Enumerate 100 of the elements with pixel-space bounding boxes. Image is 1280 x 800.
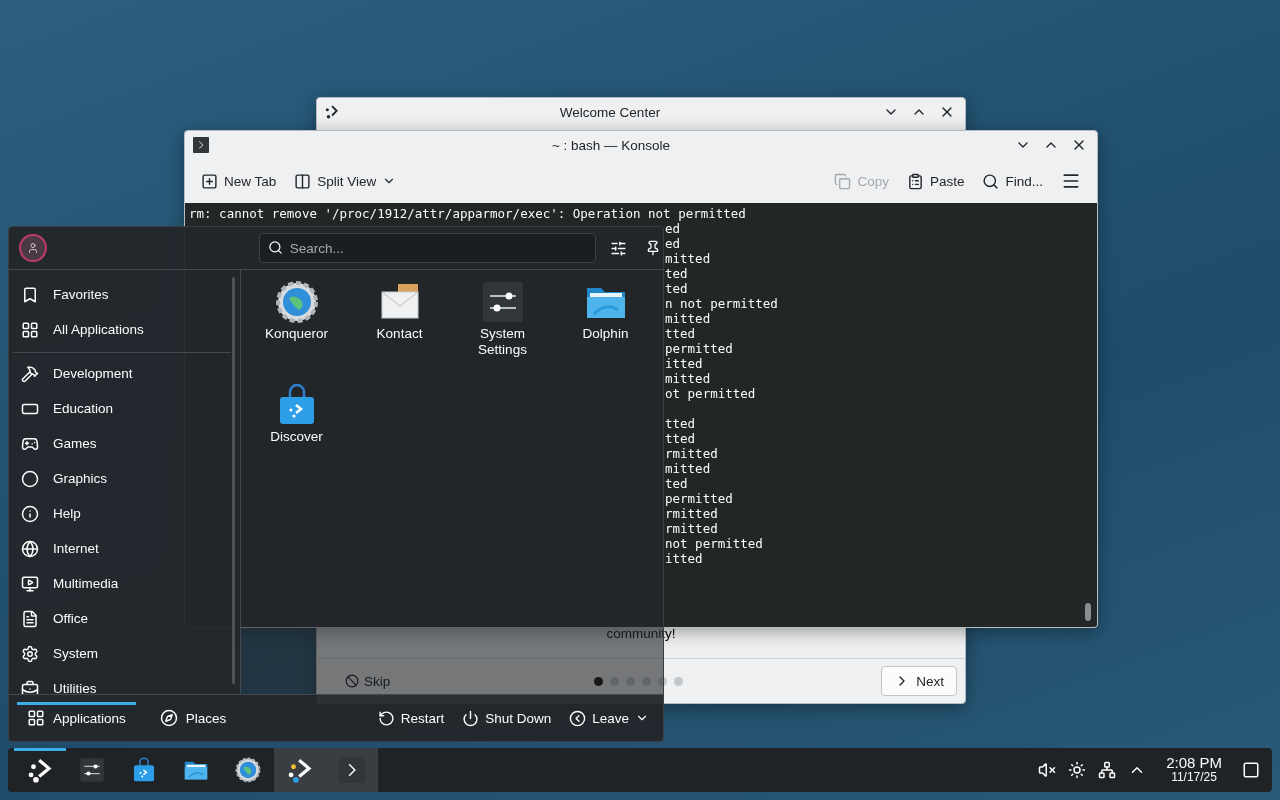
terminal-line: rm: cannot remove '/proc/1912/attr/apparmor/exec': Operation not permitted [189, 206, 746, 221]
hammer-icon [21, 364, 39, 383]
power-icon [462, 709, 480, 727]
category-item[interactable]: Utilities [9, 671, 231, 694]
avatar[interactable] [19, 234, 47, 262]
dots-arrow-icon [325, 105, 339, 119]
info-icon [21, 504, 39, 523]
page-dot[interactable] [594, 676, 604, 686]
find-button[interactable]: Find... [976, 168, 1049, 194]
copy-icon [834, 172, 852, 190]
leave-icon [569, 709, 587, 727]
clipboard-icon [906, 172, 924, 190]
toolbox-icon [21, 679, 39, 694]
scrollbar[interactable] [232, 277, 235, 684]
search-icon [982, 172, 1000, 190]
monitor-play-icon [21, 574, 39, 593]
app-tile[interactable]: Kontact [359, 280, 440, 383]
terminal-icon [339, 757, 365, 783]
category-item[interactable]: System [9, 636, 231, 671]
category-item[interactable]: Games [9, 426, 231, 461]
terminal-line: ot permitted [665, 386, 756, 401]
terminal-line: ted [665, 281, 688, 296]
terminal-line: n not permitted [665, 296, 778, 311]
search-field[interactable]: Search... [258, 233, 596, 263]
sidebar-item[interactable]: Favorites [9, 277, 231, 312]
dots-arrow-icon [27, 757, 53, 783]
document-icon [21, 609, 39, 628]
terminal-line: not permitted [665, 536, 763, 551]
window-title: Welcome Center [558, 104, 662, 120]
terminal-line: ed [665, 236, 681, 251]
terminal-line: mitted [665, 311, 711, 326]
category-item[interactable]: Multimedia [9, 566, 231, 601]
category-item[interactable]: Office [9, 601, 231, 636]
page-dot[interactable] [674, 676, 684, 686]
user-icon [26, 242, 39, 254]
sidebar-item[interactable]: All Applications [9, 312, 231, 347]
network-icon[interactable] [1098, 761, 1117, 779]
dots-arrow-icon [287, 757, 313, 783]
next-button[interactable]: Next [881, 666, 957, 696]
category-item[interactable]: Development [9, 356, 231, 391]
shopping-bag-icon [131, 757, 157, 783]
app-tile[interactable]: Dolphin [565, 280, 646, 383]
window-title: ~ : bash — Konsole [550, 137, 672, 153]
terminal-line: mitted [665, 371, 711, 386]
new-tab-icon [201, 172, 218, 190]
restart-icon [377, 709, 395, 727]
sliders-icon [480, 280, 525, 324]
paste-button[interactable]: Paste [900, 168, 971, 194]
taskbar-item[interactable] [274, 748, 326, 792]
terminal-line: itted [665, 551, 703, 566]
new-tab-button[interactable]: New Tab [195, 168, 283, 194]
scrollbar-thumb[interactable] [1085, 603, 1091, 621]
grid-icon [21, 320, 39, 339]
split-view-button[interactable]: Split View [288, 168, 403, 194]
circle-icon [21, 469, 39, 488]
launcher-tab[interactable]: Places [149, 702, 237, 734]
gear-icon [21, 644, 39, 663]
category-item[interactable]: Help [9, 496, 231, 531]
terminal-line: mitted [665, 251, 711, 266]
grid-icon [27, 709, 45, 727]
category-item[interactable]: Education [9, 391, 231, 426]
launcher-tab[interactable]: Applications [17, 702, 136, 734]
terminal-line: ted [665, 266, 688, 281]
globe-gear-icon [235, 757, 261, 783]
sliders-icon [79, 757, 105, 783]
terminal-line: tted [665, 415, 696, 431]
bookmark-icon [21, 285, 39, 304]
terminal-icon [193, 137, 209, 153]
show-desktop-icon[interactable] [1242, 761, 1260, 779]
terminal-line: ted [665, 476, 688, 491]
category-item[interactable]: Internet [9, 531, 231, 566]
skip-button[interactable]: Skip [339, 672, 397, 690]
terminal-line: rmitted [665, 506, 718, 521]
globe-gear-icon [274, 280, 319, 324]
app-tile[interactable]: Discover [256, 383, 337, 486]
menu-icon [1061, 171, 1081, 191]
terminal-line: permitted [665, 341, 733, 356]
ban-icon [345, 674, 359, 688]
globe-icon [21, 539, 39, 558]
terminal-line: rmitted [665, 446, 718, 461]
clock[interactable]: 2:08 PM 11/17/25 [1166, 755, 1222, 785]
terminal-line: tted [665, 431, 696, 446]
columns-icon [294, 172, 312, 190]
app-tile[interactable]: System Settings [462, 280, 543, 383]
search-icon [267, 240, 283, 255]
terminal-line: tted [665, 326, 696, 341]
muted-speaker-icon[interactable] [1038, 761, 1057, 779]
terminal-line: ed [665, 221, 681, 236]
page-dot[interactable] [658, 676, 668, 686]
app-tile[interactable]: Konqueror [256, 280, 337, 383]
shutdown-button[interactable]: Shut Down [456, 703, 558, 733]
sliders-icon [610, 239, 627, 257]
leave-button[interactable]: Leave [563, 703, 655, 733]
terminal-line: itted [665, 356, 703, 371]
compass-icon [159, 709, 178, 727]
restart-button[interactable]: Restart [371, 703, 451, 733]
terminal-line: rmitted [665, 521, 718, 536]
terminal-line: mitted [665, 461, 711, 476]
brightness-icon[interactable] [1068, 761, 1087, 779]
category-item[interactable]: Graphics [9, 461, 231, 496]
